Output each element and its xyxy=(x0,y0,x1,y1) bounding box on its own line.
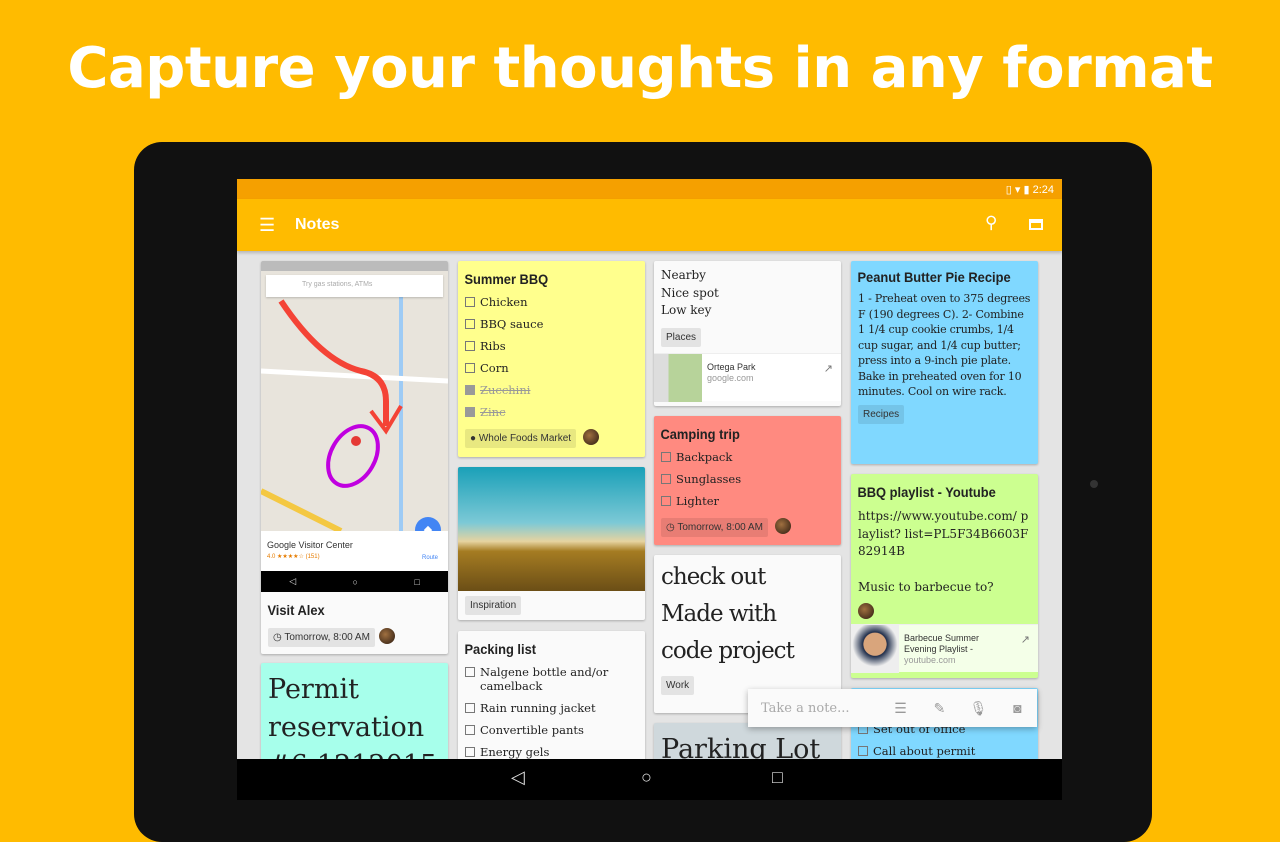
open-external-icon[interactable]: ↗ xyxy=(1021,633,1030,646)
avatar xyxy=(858,602,874,619)
navigation-bar: ◁ ○ □ xyxy=(237,759,1062,800)
reminder-chip[interactable]: ◷ Tomorrow, 8:00 AM xyxy=(661,518,768,537)
app-bar: ☰ Notes ⚲ xyxy=(237,199,1062,251)
checklist-item[interactable]: Chicken xyxy=(458,291,645,313)
headline: Capture your thoughts in any format xyxy=(67,36,1213,101)
view-toggle-icon[interactable] xyxy=(1029,219,1043,230)
link-domain: google.com xyxy=(707,372,754,383)
app-title: Notes xyxy=(295,216,340,233)
mic-icon[interactable]: 🎙︎ xyxy=(959,700,998,717)
menu-icon[interactable]: ☰ xyxy=(259,215,275,236)
checklist-item[interactable]: Ribs xyxy=(458,335,645,357)
link-preview[interactable]: Barbecue Summer Evening Playlist - youtub… xyxy=(851,624,1038,673)
note-permit[interactable]: Permit reservation #6-1212015 xyxy=(261,663,448,773)
checklist-item[interactable]: Backpack xyxy=(654,446,841,468)
checklist-item[interactable]: Zucchini xyxy=(458,379,645,401)
note-line: Nice spot xyxy=(661,285,719,300)
checklist-item[interactable]: Convertible pants xyxy=(458,719,645,741)
checklist-item[interactable]: Lighter xyxy=(654,490,841,512)
link-domain: youtube.com xyxy=(904,655,956,665)
note-bbq-playlist[interactable]: BBQ playlist - Youtube https://www.youtu… xyxy=(851,474,1038,678)
avatar xyxy=(774,517,791,534)
note-map[interactable]: Try gas stations, ATMs ◆ Google Visitor … xyxy=(261,261,448,654)
status-bar: ▯ ▾ ▮ 2:24 xyxy=(237,179,1062,199)
note-url[interactable]: https://www.youtube.com/ playlist? list=… xyxy=(851,504,1038,565)
take-note-bar[interactable]: Take a note... ☰ ✎ 🎙︎ ◙ xyxy=(748,689,1037,727)
note-packing-list[interactable]: Packing list Nalgene bottle and/or camel… xyxy=(458,631,645,771)
label-chip[interactable]: Places xyxy=(661,327,702,347)
reminder-text: Tomorrow, 8:00 AM xyxy=(677,522,763,533)
note-body: Permit reservation #6-1212015 xyxy=(268,674,437,773)
label-chip[interactable]: Inspiration xyxy=(465,596,522,615)
checklist-item[interactable]: Rain running jacket xyxy=(458,697,645,719)
take-note-input[interactable]: Take a note... xyxy=(748,701,881,716)
label-chip[interactable]: Work xyxy=(661,676,695,695)
reminder-chip[interactable]: ◷ Tomorrow, 8:00 AM xyxy=(268,628,375,647)
map-thumbnail xyxy=(654,353,702,402)
checklist-item[interactable]: Corn xyxy=(458,357,645,379)
note-peanut-butter-pie[interactable]: Peanut Butter Pie Recipe 1 - Preheat ove… xyxy=(851,261,1038,464)
search-icon[interactable]: ⚲ xyxy=(985,213,997,233)
note-summer-bbq[interactable]: Summer BBQ Chicken BBQ sauce Ribs Corn Zucch… xyxy=(458,261,645,457)
map-search-bar[interactable]: Try gas stations, ATMs xyxy=(266,275,443,297)
map-navbar: ◁ ○ □ xyxy=(261,571,448,592)
link-title: Barbecue Summer Evening Playlist - xyxy=(904,633,980,654)
note-body: check out Made with code project xyxy=(661,564,795,664)
status-time: 2:24 xyxy=(1032,184,1054,196)
route-link[interactable]: Route xyxy=(422,555,438,561)
location-text: Whole Foods Market xyxy=(478,433,572,444)
note-title: BBQ playlist - Youtube xyxy=(857,484,996,500)
list-icon[interactable]: ☰ xyxy=(881,700,920,717)
video-thumbnail xyxy=(851,625,899,673)
checklist-item[interactable]: BBQ sauce xyxy=(458,313,645,335)
checklist-item[interactable]: Sunglasses xyxy=(654,468,841,490)
note-title: Peanut Butter Pie Recipe xyxy=(857,269,1011,285)
map-image xyxy=(261,261,448,531)
back-icon[interactable]: ◁ xyxy=(511,767,525,788)
note-body: 1 - Preheat oven to 375 degrees F (190 d… xyxy=(858,292,1031,398)
note-title: Packing list xyxy=(464,641,537,657)
note-nearby[interactable]: Nearby Nice spot Low key Places Ortega Par… xyxy=(654,261,841,406)
link-title: Ortega Park xyxy=(707,361,756,372)
note-title: Summer BBQ xyxy=(464,271,549,287)
reminder-text: Tomorrow, 8:00 AM xyxy=(284,632,370,643)
recents-icon[interactable]: □ xyxy=(772,767,783,788)
note-body: Music to barbecue to? xyxy=(858,579,994,594)
avatar xyxy=(379,627,396,644)
link-preview[interactable]: Ortega Park google.com ↗ xyxy=(654,352,841,402)
open-external-icon[interactable]: ↗ xyxy=(824,362,833,375)
pen-icon[interactable]: ✎ xyxy=(920,700,959,717)
status-icons: ▯ ▾ ▮ xyxy=(1005,184,1033,196)
location-chip[interactable]: ● Whole Foods Market xyxy=(465,429,577,448)
home-icon[interactable]: ○ xyxy=(641,767,652,788)
camera xyxy=(1090,480,1098,488)
note-title: Visit Alex xyxy=(267,602,325,618)
note-line: Nearby xyxy=(661,268,706,282)
screen: ▯ ▾ ▮ 2:24 ☰ Notes ⚲ Try gas stations, A… xyxy=(237,179,1062,800)
label-chip[interactable]: Recipes xyxy=(858,404,905,424)
wheat-field-photo xyxy=(458,467,645,591)
place-name: Google Visitor Center xyxy=(267,540,353,550)
note-photo[interactable]: Inspiration xyxy=(458,467,645,620)
note-camping-trip[interactable]: Camping trip Backpack Sunglasses Lighter ◷… xyxy=(654,416,841,545)
camera-icon[interactable]: ◙ xyxy=(998,700,1037,716)
avatar xyxy=(583,428,600,445)
note-line: Low key xyxy=(661,303,712,317)
checklist-item[interactable]: Nalgene bottle and/or camelback xyxy=(458,661,645,697)
map-screenshot: Try gas stations, ATMs ◆ Google Visitor … xyxy=(261,261,448,571)
place-rating: 4.0 ★★★★☆ (151) xyxy=(267,554,320,560)
note-title: Camping trip xyxy=(660,426,740,442)
checklist-item[interactable]: Zinc xyxy=(458,401,645,423)
